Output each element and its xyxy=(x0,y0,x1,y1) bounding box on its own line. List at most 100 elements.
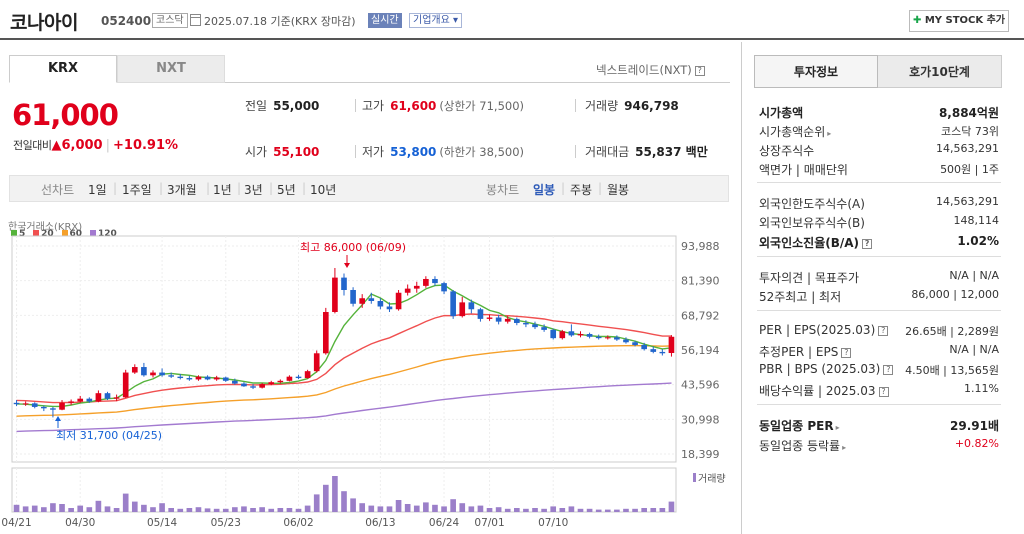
candle-chart-label[interactable]: 봉차트 xyxy=(486,181,519,198)
info-row: 동일업종 등락률 ▸ +0.82% xyxy=(759,437,999,455)
candle-body xyxy=(350,289,356,304)
info-row: 상장주식수 14,563,291 xyxy=(759,142,999,160)
period-5y[interactable]: 5년 xyxy=(277,181,296,198)
period-1y[interactable]: 1년 xyxy=(213,181,232,198)
candle-body xyxy=(195,376,202,380)
volume-bar xyxy=(332,476,338,512)
price-chart[interactable]: 93,988 81,390 68,792 56,194 43,596 30,998 18,3… xyxy=(0,210,740,534)
up-arrow-icon: ▲ xyxy=(51,138,62,153)
change-label: 전일대비 xyxy=(13,139,52,152)
tab-nxt[interactable]: NXT xyxy=(117,55,225,83)
line-chart-label[interactable]: 선차트 xyxy=(41,181,74,198)
candle-body xyxy=(31,403,38,407)
high-value: 61,600 xyxy=(390,99,437,113)
chevron-down-icon: ▾ xyxy=(453,15,459,26)
volume-bar xyxy=(213,508,220,512)
volume-bar xyxy=(395,500,402,512)
realtime-button[interactable]: 실시간 xyxy=(368,13,402,28)
info-value: 26.65배 | 2,289원 xyxy=(905,325,999,338)
candle-body xyxy=(477,309,484,319)
candle-body xyxy=(595,336,602,339)
tab-hoga[interactable]: 호가10단계 xyxy=(878,55,1002,88)
y-tick-label: 81,390 xyxy=(681,275,720,288)
volume-bar xyxy=(504,508,511,512)
help-icon[interactable]: ? xyxy=(878,387,889,397)
stock-code: 052400 xyxy=(101,14,152,28)
x-tick-label: 07/10 xyxy=(538,517,568,529)
quote-high: 고가 61,600 (상한가 71,500) xyxy=(362,97,524,114)
candle-body xyxy=(495,317,502,322)
volume-bar xyxy=(659,508,666,512)
volume-bar xyxy=(204,508,211,512)
candle-body xyxy=(632,342,638,346)
open-label: 시가 xyxy=(245,145,268,159)
volume-bar xyxy=(377,506,384,512)
candle-body xyxy=(623,339,629,343)
volume-legend-swatch xyxy=(693,473,696,482)
change-amount: 6,000 xyxy=(61,138,103,153)
candle-body xyxy=(77,398,84,402)
candle-body xyxy=(113,397,120,399)
candle-body xyxy=(286,376,293,381)
info-row: 시가총액순위 ▸ 코스닥 73위 xyxy=(759,123,999,141)
volume-bar xyxy=(423,502,429,512)
period-1w[interactable]: 1주일 xyxy=(122,181,152,198)
divider: | xyxy=(105,138,110,153)
candle-body xyxy=(577,334,584,336)
candle-body xyxy=(341,277,347,290)
tab-invest-info[interactable]: 투자정보 xyxy=(754,55,878,88)
candle-weekly[interactable]: 주봉 xyxy=(570,181,592,198)
candle-body xyxy=(413,285,420,289)
info-row: 배당수익률 | 2025.03? 1.11% xyxy=(759,382,999,400)
candle-body xyxy=(514,318,520,324)
candle-monthly[interactable]: 월봉 xyxy=(607,181,629,198)
chevron-right-icon[interactable]: ▸ xyxy=(827,129,831,138)
volume-bar xyxy=(568,506,575,512)
section-divider xyxy=(757,310,1001,311)
mystock-add-button[interactable]: ✚ MY STOCK 추가 xyxy=(909,10,1009,32)
y-tick-label: 56,194 xyxy=(681,344,720,357)
volume-bar xyxy=(50,503,56,512)
period-3y[interactable]: 3년 xyxy=(244,181,263,198)
candle-body xyxy=(432,278,438,284)
volume-bar xyxy=(122,493,129,512)
candle-daily[interactable]: 일봉 xyxy=(533,181,555,198)
volume-bar xyxy=(359,503,366,512)
chevron-right-icon[interactable]: ▸ xyxy=(836,423,840,432)
candle-body xyxy=(268,382,275,385)
x-tick-label: 06/24 xyxy=(429,517,460,529)
help-icon[interactable]: ? xyxy=(883,365,894,375)
candle-body xyxy=(13,402,20,405)
period-1d[interactable]: 1일 xyxy=(88,181,107,198)
help-icon[interactable]: ? xyxy=(878,326,889,336)
help-icon[interactable]: ? xyxy=(862,239,873,249)
chevron-right-icon[interactable]: ▸ xyxy=(842,443,846,452)
info-row: 동일업종 PER ▸ 29.91배 xyxy=(759,417,999,435)
volume-bar xyxy=(286,508,293,512)
candle-body xyxy=(150,372,156,376)
plus-icon: ✚ xyxy=(912,15,922,26)
info-value: N/A | N/A xyxy=(949,269,999,282)
quote-volume: 거래량 946,798 xyxy=(585,97,679,114)
volume-bar xyxy=(150,507,156,512)
volume-bar xyxy=(559,508,566,512)
price-chart-svg[interactable]: 93,988 81,390 68,792 56,194 43,596 30,998 18,3… xyxy=(0,210,740,534)
corp-info-dropdown[interactable]: 기업개요 ▾ xyxy=(409,13,463,28)
x-tick-label: 04/21 xyxy=(1,517,31,529)
period-10y[interactable]: 10년 xyxy=(310,181,336,198)
help-icon[interactable]: ? xyxy=(694,66,705,76)
section-divider xyxy=(757,256,1001,257)
candle-body xyxy=(668,336,675,354)
period-3m[interactable]: 3개월 xyxy=(167,181,197,198)
divider: | xyxy=(206,181,211,195)
candle-body xyxy=(86,398,93,402)
ma120-line xyxy=(16,382,672,433)
tab-krx[interactable]: KRX xyxy=(9,55,117,83)
volume-bar xyxy=(450,499,456,512)
nxt-link[interactable]: 넥스트레이드(NXT)? xyxy=(596,62,705,78)
candle-body xyxy=(559,331,566,339)
info-value: 1.02% xyxy=(957,234,999,248)
help-icon[interactable]: ? xyxy=(841,348,852,358)
candle-body xyxy=(204,376,211,380)
info-label: 액면가 | 매매단위 xyxy=(759,163,848,177)
